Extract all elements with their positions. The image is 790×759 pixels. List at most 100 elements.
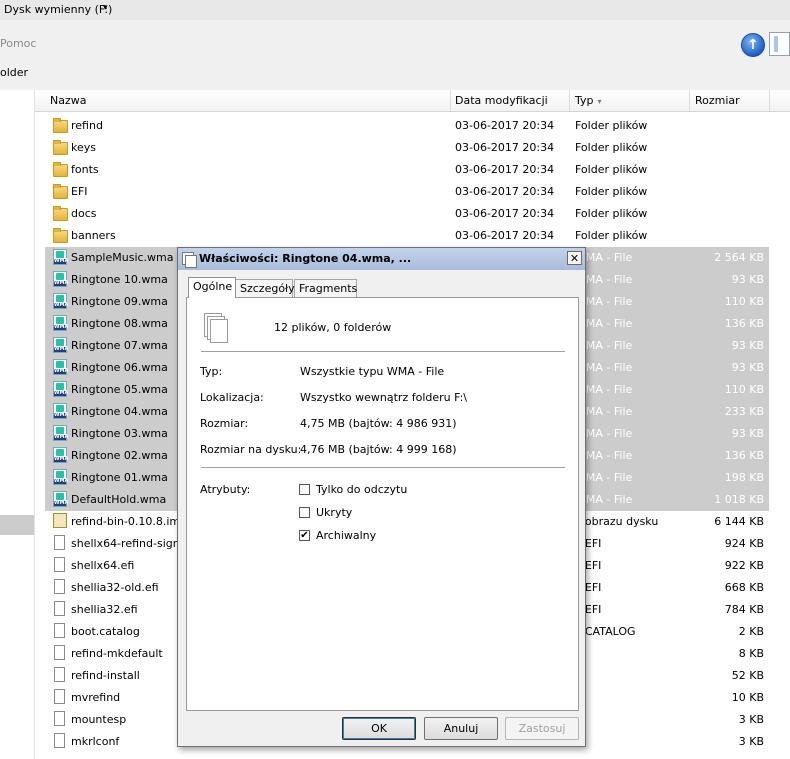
file-size: 93 KB (731, 339, 764, 352)
wma-file-icon (53, 469, 67, 485)
file-type: Folder plików (575, 141, 648, 154)
up-arrow-icon[interactable]: ↑ (741, 33, 765, 57)
ok-button[interactable]: OK (342, 717, 416, 740)
file-name: Ringtone 01.wma (71, 471, 168, 484)
wma-file-icon (53, 447, 67, 463)
hidden-checkbox[interactable] (299, 507, 310, 518)
file-size: 784 KB (724, 603, 764, 616)
file-name: SampleMusic.wma (71, 251, 174, 264)
apply-button[interactable]: Zastosuj (505, 717, 579, 740)
file-row[interactable]: keys 03-06-2017 20:34 Folder plików (45, 137, 769, 159)
location-value: Wszystko wewnątrz folderu F:\ (300, 391, 468, 404)
file-size: 2 KB (738, 625, 764, 638)
file-size: 2 564 KB (714, 251, 764, 264)
type-value: Wszystkie typu WMA - File (300, 365, 445, 378)
file-type: Folder plików (575, 185, 648, 198)
archive-checkbox[interactable]: ✔ (299, 530, 310, 541)
file-name: mvrefind (71, 691, 121, 704)
file-type: k obrazu dysku (575, 515, 659, 528)
tab-fragments[interactable]: Fragments (294, 279, 357, 297)
file-type: Folder plików (575, 163, 648, 176)
file-name: Ringtone 06.wma (71, 361, 168, 374)
file-icon (53, 711, 67, 726)
file-type: Folder plików (575, 229, 648, 242)
file-name: refind-install (71, 669, 140, 682)
dialog-title: Właściwości: Ringtone 04.wma, ... (199, 252, 412, 265)
file-size: 136 KB (724, 449, 764, 462)
file-name: refind-bin-0.10.8.img (71, 515, 188, 528)
column-header-date-label: Data modyfikacji (455, 94, 548, 107)
wma-file-icon (53, 293, 67, 309)
file-icon (53, 601, 67, 616)
file-row[interactable]: docs 03-06-2017 20:34 Folder plików (45, 203, 769, 225)
folder-icon (53, 206, 68, 221)
location-label: Lokalizacja: (200, 391, 264, 404)
file-name: banners (71, 229, 116, 242)
attributes-label: Atrybuty: (200, 483, 251, 496)
file-size: 1 018 KB (714, 493, 764, 506)
wma-file-icon (53, 337, 67, 353)
file-name: Ringtone 07.wma (71, 339, 168, 352)
chevron-down-icon[interactable]: ▾ (103, 3, 108, 13)
wma-file-icon (53, 315, 67, 331)
file-icon (53, 645, 67, 660)
file-size: 922 KB (724, 559, 764, 572)
folder-icon (53, 228, 68, 243)
hidden-checkbox-label[interactable]: Ukryty (316, 506, 352, 519)
file-name: refind-mkdefault (71, 647, 163, 660)
file-name: Ringtone 04.wma (71, 405, 168, 418)
wma-file-icon (53, 425, 67, 441)
size-on-disk-value: 4,76 MB (bajtów: 4 999 168) (300, 443, 457, 456)
multiple-files-icon (182, 252, 197, 268)
file-name: docs (71, 207, 97, 220)
size-on-disk-label: Rozmiar na dysku: (200, 443, 302, 456)
readonly-checkbox-label[interactable]: Tylko do odczytu (316, 483, 407, 496)
file-name: keys (71, 141, 96, 154)
readonly-checkbox[interactable] (299, 484, 310, 495)
size-label: Rozmiar: (200, 417, 249, 430)
file-name: Ringtone 08.wma (71, 317, 168, 330)
file-size: 3 KB (738, 735, 764, 748)
file-row[interactable]: refind 03-06-2017 20:34 Folder plików (45, 115, 769, 137)
column-header-type[interactable]: Typ ▾ (570, 90, 690, 111)
file-name: boot.catalog (71, 625, 140, 638)
file-size: 233 KB (724, 405, 764, 418)
file-name: Ringtone 10.wma (71, 273, 168, 286)
navigation-selected-item[interactable] (0, 515, 34, 535)
file-icon (53, 535, 67, 550)
disk-image-icon (53, 513, 67, 528)
file-row[interactable]: banners 03-06-2017 20:34 Folder plików (45, 225, 769, 247)
folder-icon (53, 118, 68, 133)
file-name: shellx64-refind-signed (71, 537, 194, 550)
column-header-size[interactable]: Rozmiar (690, 90, 770, 111)
wma-file-icon (53, 381, 67, 397)
new-folder-button[interactable]: older (0, 66, 28, 79)
file-icon (53, 623, 67, 638)
tab-general[interactable]: Ogólne (188, 277, 236, 298)
column-header-date[interactable]: Data modyfikacji (450, 90, 570, 111)
navigation-pane[interactable] (0, 90, 35, 759)
file-size: 10 KB (731, 691, 764, 704)
file-size: 924 KB (724, 537, 764, 550)
file-size: 136 KB (724, 317, 764, 330)
size-value: 4,75 MB (bajtów: 4 986 931) (300, 417, 457, 430)
selection-summary: 12 plików, 0 folderów (274, 321, 392, 334)
cancel-button[interactable]: Anuluj (424, 717, 498, 740)
archive-checkbox-label[interactable]: Archiwalny (316, 529, 376, 542)
toolbar: Pomoc older ↑ (0, 20, 790, 90)
menu-help[interactable]: Pomoc (0, 37, 36, 50)
view-pane-icon[interactable] (769, 32, 790, 56)
file-icon (53, 689, 67, 704)
file-row[interactable]: EFI 03-06-2017 20:34 Folder plików (45, 181, 769, 203)
tab-details[interactable]: Szczegóły (235, 279, 295, 297)
file-icon (53, 667, 67, 682)
dialog-titlebar[interactable]: Właściwości: Ringtone 04.wma, ... ✕ (178, 248, 585, 270)
window-title: Dysk wymienny (F:) (4, 3, 113, 16)
properties-dialog: Właściwości: Ringtone 04.wma, ... ✕ Ogól… (177, 247, 586, 747)
file-row[interactable]: fonts 03-06-2017 20:34 Folder plików (45, 159, 769, 181)
file-date: 03-06-2017 20:34 (455, 141, 555, 154)
close-button[interactable]: ✕ (567, 251, 582, 265)
folder-icon (53, 140, 68, 155)
file-name: Ringtone 09.wma (71, 295, 168, 308)
column-header-name[interactable]: Nazwa (45, 90, 451, 111)
